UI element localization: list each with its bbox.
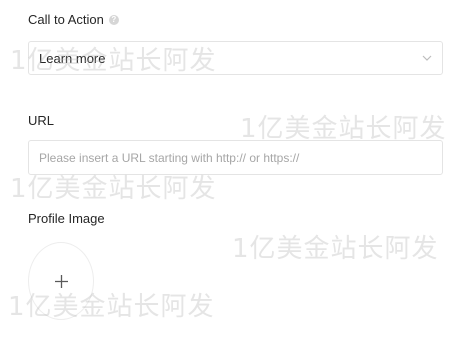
- info-icon[interactable]: ?: [108, 15, 119, 25]
- cta-label: Call to Action ?: [28, 12, 119, 28]
- url-label: URL: [28, 113, 54, 129]
- url-input[interactable]: [28, 140, 443, 175]
- cta-label-text: Call to Action: [28, 12, 104, 27]
- plus-icon: [54, 274, 68, 288]
- cta-select[interactable]: Learn more: [28, 41, 443, 75]
- profile-image-upload[interactable]: [28, 242, 94, 320]
- url-label-text: URL: [28, 113, 55, 128]
- cta-select-value: Learn more: [39, 50, 106, 66]
- watermark: 1亿美金站长阿发: [232, 234, 439, 264]
- profile-image-label-text: Profile Image: [28, 211, 105, 226]
- chevron-down-icon: [422, 53, 432, 63]
- profile-image-label: Profile Image: [28, 211, 105, 227]
